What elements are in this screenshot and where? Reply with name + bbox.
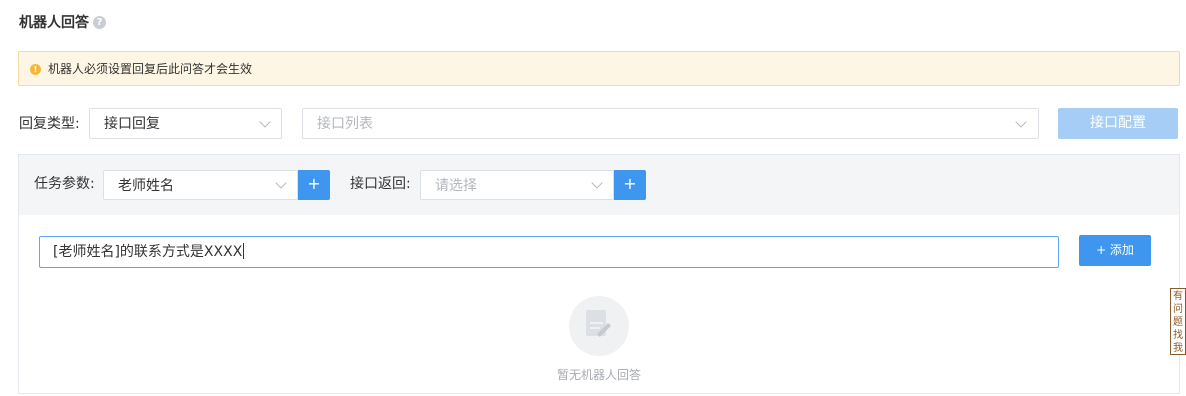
info-circle-icon: ! — [30, 64, 41, 75]
answer-input[interactable]: [老师姓名]的联系方式是XXXX — [39, 236, 1059, 268]
chevron-down-icon — [591, 177, 603, 189]
task-param-add-button[interactable]: + — [298, 170, 330, 200]
param-toolbar: 任务参数: 老师姓名 + 接口返回: 请选择 + — [19, 155, 1179, 215]
reply-type-label: 回复类型: — [19, 116, 80, 132]
reply-type-select[interactable]: 接口回复 — [89, 108, 282, 139]
api-return-label: 接口返回: — [350, 176, 411, 192]
add-answer-button[interactable]: + 添加 — [1079, 235, 1151, 266]
api-list-placeholder: 接口列表 — [317, 116, 373, 132]
page-title: 机器人回答 — [19, 15, 89, 31]
chevron-down-icon — [1015, 116, 1027, 128]
api-return-select[interactable]: 请选择 — [420, 170, 614, 200]
question-circle-icon[interactable]: ? — [93, 16, 106, 29]
answer-input-value: [老师姓名]的联系方式是XXXX — [53, 244, 243, 260]
text-caret — [243, 243, 245, 259]
empty-state-text: 暂无机器人回答 — [556, 368, 641, 382]
task-param-label: 任务参数: — [34, 176, 95, 192]
chevron-down-icon — [275, 177, 287, 189]
task-param-select[interactable]: 老师姓名 — [103, 170, 298, 200]
api-list-select[interactable]: 接口列表 — [302, 108, 1039, 139]
alert-text: 机器人必须设置回复后此问答才会生效 — [48, 62, 253, 76]
api-return-placeholder: 请选择 — [435, 178, 477, 194]
reply-type-value: 接口回复 — [104, 116, 160, 132]
feedback-tab-label: 有问题找我 — [1173, 291, 1183, 354]
warning-alert: ! 机器人必须设置回复后此问答才会生效 — [18, 51, 1180, 86]
task-param-value: 老师姓名 — [118, 178, 174, 194]
empty-document-icon — [569, 296, 629, 356]
answer-panel: 任务参数: 老师姓名 + 接口返回: 请选择 + [老师姓名]的联系方式是XXX… — [18, 154, 1180, 394]
api-return-add-button[interactable]: + — [614, 170, 646, 200]
api-config-button[interactable]: 接口配置 — [1058, 108, 1178, 139]
feedback-tab[interactable]: 有问题找我 — [1170, 288, 1186, 355]
chevron-down-icon — [259, 116, 271, 128]
